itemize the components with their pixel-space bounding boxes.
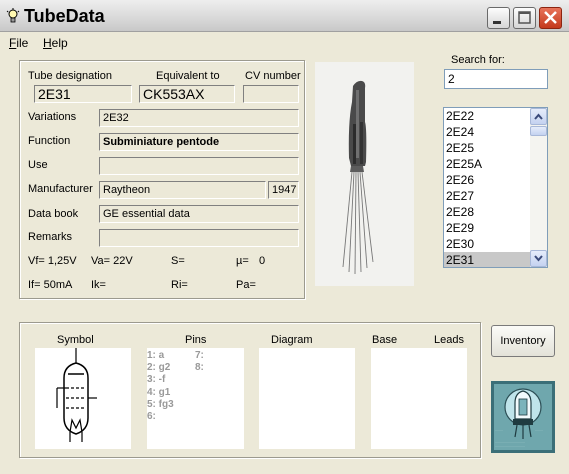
s-value: S=: [171, 255, 185, 267]
pins-list-col1: 1: a 2: g2 3: -f 4: g1 5: fg3 6:: [147, 350, 174, 423]
list-item[interactable]: 2E24: [444, 124, 530, 140]
chevron-up-icon: [534, 113, 543, 120]
pa-value: Pa=: [236, 279, 256, 291]
inventory-button[interactable]: Inventory: [491, 325, 555, 357]
designation-field[interactable]: 2E31: [34, 85, 132, 103]
svg-text:········: ········: [495, 428, 503, 432]
pin-entry: 2: g2: [147, 362, 171, 374]
lightbulb-icon: [6, 8, 20, 23]
search-input[interactable]: [444, 69, 548, 89]
list-scrollbar[interactable]: [530, 108, 547, 267]
pin-entry: 6:: [147, 411, 156, 423]
symbol-header: Symbol: [57, 334, 94, 346]
tube-photo-image: [315, 62, 414, 286]
list-item-selected[interactable]: 2E31: [444, 252, 530, 267]
pin-entry: 7:: [195, 350, 204, 361]
diagram-header: Diagram: [271, 334, 313, 346]
if-value: If= 50mA: [28, 279, 73, 291]
menu-help-label: Help: [43, 36, 68, 50]
pins-panel: 1: a 2: g2 3: -f 4: g1 5: fg3 6: 7: 8:: [147, 348, 244, 449]
remarks-field[interactable]: [99, 229, 299, 247]
cv-label: CV number: [245, 70, 301, 82]
equivalent-field[interactable]: CK553AX: [139, 85, 235, 103]
list-item[interactable]: 2E26: [444, 172, 530, 188]
year-field[interactable]: 1947: [268, 181, 299, 199]
va-value: Va= 22V: [91, 255, 133, 267]
ik-value: Ik=: [91, 279, 106, 291]
data-book-label: Data book: [28, 208, 79, 220]
list-item[interactable]: 2E25A: [444, 156, 530, 172]
leads-header: Leads: [434, 334, 464, 346]
use-label: Use: [28, 159, 48, 171]
maximize-button[interactable]: [513, 7, 536, 29]
pin-entry: 1: a: [147, 350, 165, 361]
cv-field[interactable]: [243, 85, 299, 103]
search-label: Search for:: [451, 54, 505, 66]
mu-label: µ=: [236, 255, 249, 267]
tube-photo: [315, 62, 414, 286]
list-item[interactable]: 2E25: [444, 140, 530, 156]
pin-entry: 4: g1: [147, 386, 171, 398]
title-bar[interactable]: TubeData: [0, 0, 569, 32]
svg-text:········: ········: [535, 428, 543, 432]
scroll-down-button[interactable]: [530, 250, 547, 267]
manufacturer-label: Manufacturer: [28, 183, 93, 195]
close-button[interactable]: [539, 7, 562, 29]
variations-label: Variations: [28, 111, 77, 123]
close-icon: [544, 11, 557, 24]
tube-logo: ········ ········ ······················…: [491, 381, 555, 453]
list-item[interactable]: 2E30: [444, 236, 530, 252]
function-label: Function: [28, 135, 71, 147]
vf-value: Vf= 1,25V: [28, 255, 77, 267]
function-field[interactable]: Subminiature pentode: [99, 133, 299, 151]
list-item[interactable]: 2E28: [444, 204, 530, 220]
pins-header: Pins: [185, 334, 207, 346]
menu-file-label: File: [9, 36, 29, 50]
list-item[interactable]: 2E22: [444, 108, 530, 124]
pin-entry: 3: -f: [147, 374, 166, 386]
data-book-field[interactable]: GE essential data: [99, 205, 299, 223]
minimize-button[interactable]: [487, 7, 510, 29]
pin-entry: 8:: [195, 362, 204, 374]
window-title: TubeData: [24, 6, 105, 26]
designation-label: Tube designation: [28, 70, 112, 82]
pin-entry: 5: fg3: [147, 398, 174, 410]
tube-logo-icon: ········ ········ ······················…: [491, 381, 555, 453]
tube-listbox[interactable]: 2E22 2E24 2E25 2E25A 2E26 2E27 2E28 2E29…: [443, 107, 548, 268]
diagram-panel: [259, 348, 355, 449]
menu-help[interactable]: Help: [43, 36, 68, 50]
menu-bar: File Help: [0, 33, 569, 53]
pins-list-col2: 7: 8:: [195, 350, 204, 374]
list-item[interactable]: 2E29: [444, 220, 530, 236]
use-field[interactable]: [99, 157, 299, 175]
base-leads-panel: [371, 348, 467, 449]
menu-file[interactable]: File: [9, 36, 28, 50]
scroll-thumb[interactable]: [530, 126, 547, 136]
pentode-symbol-icon: [56, 348, 97, 442]
symbol-panel: [35, 348, 131, 449]
scroll-up-button[interactable]: [530, 108, 547, 125]
chevron-down-icon: [534, 255, 543, 262]
svg-text:······························: ······························: [495, 444, 525, 448]
manufacturer-field[interactable]: Raytheon: [99, 181, 266, 199]
variations-field[interactable]: 2E32: [99, 109, 299, 127]
remarks-label: Remarks: [28, 231, 73, 243]
list-item[interactable]: 2E27: [444, 188, 530, 204]
ri-value: Ri=: [171, 279, 188, 291]
mu-value: 0: [259, 255, 266, 267]
equivalent-label: Equivalent to: [156, 70, 220, 82]
minimize-icon: [493, 21, 501, 24]
maximize-icon: [518, 11, 531, 24]
base-header: Base: [372, 334, 398, 346]
